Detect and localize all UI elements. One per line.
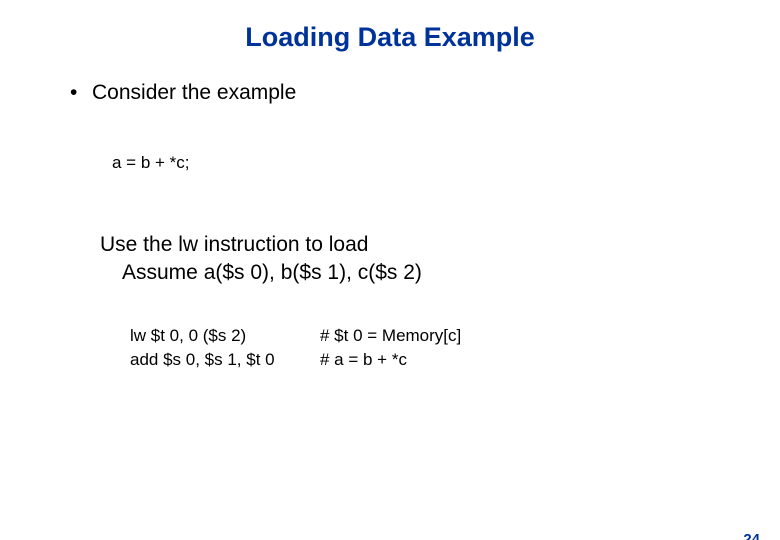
explain-line-1: Use the lw instruction to load [100, 231, 780, 259]
asm-instr-1: lw $t 0, 0 ($s 2) [130, 324, 320, 349]
explain-line-2: Assume a($s 0), b($s 1), c($s 2) [122, 259, 780, 287]
content-block: • Consider the example a = b + *c; Use t… [70, 81, 780, 373]
bullet-text: Consider the example [92, 81, 296, 105]
asm-row-1: lw $t 0, 0 ($s 2) # $t 0 = Memory[c] [130, 324, 780, 349]
explanation-block: Use the lw instruction to load Assume a(… [100, 231, 780, 288]
bullet-item: • Consider the example [70, 81, 780, 105]
slide-title: Loading Data Example [0, 22, 780, 53]
asm-row-2: add $s 0, $s 1, $t 0 # a = b + *c [130, 348, 780, 373]
assembly-block: lw $t 0, 0 ($s 2) # $t 0 = Memory[c] add… [130, 324, 780, 373]
page-number: 24 [743, 531, 760, 540]
code-line: a = b + *c; [112, 153, 780, 173]
bullet-marker: • [70, 81, 92, 105]
asm-comment-1: # $t 0 = Memory[c] [320, 324, 461, 349]
asm-comment-2: # a = b + *c [320, 348, 407, 373]
asm-instr-2: add $s 0, $s 1, $t 0 [130, 348, 320, 373]
